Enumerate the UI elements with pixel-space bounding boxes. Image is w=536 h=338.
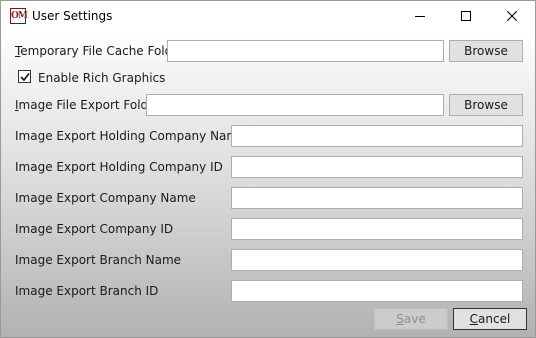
user-settings-window: OM User Settings Temporary File Cache Fo… [0, 0, 536, 338]
minimize-button[interactable] [397, 1, 443, 31]
branch-name-label: Image Export Branch Name [15, 253, 182, 267]
image-export-folder-label-text: mage File Export Folder [18, 98, 161, 112]
branch-name-input[interactable] [231, 249, 523, 271]
cancel-accel: C [469, 312, 479, 326]
temp-cache-folder-label: Temporary File Cache Folder [15, 44, 185, 58]
branch-id-label: Image Export Branch ID [15, 284, 159, 298]
rich-graphics-label: Enable Rich Graphics [38, 71, 166, 85]
company-name-label: Image Export Company Name [15, 191, 196, 205]
holding-company-id-input[interactable] [231, 156, 523, 178]
company-id-input[interactable] [231, 218, 523, 240]
maximize-button[interactable] [443, 1, 489, 31]
holding-company-name-input[interactable] [231, 125, 523, 147]
company-name-input[interactable] [231, 187, 523, 209]
save-button[interactable]: Save [374, 308, 448, 330]
title-bar[interactable]: OM User Settings [1, 1, 535, 31]
save-accel: S [396, 312, 404, 326]
temp-cache-label-text: emporary File Cache Folder [20, 44, 185, 58]
cancel-label-text: ancel [478, 312, 511, 326]
holding-company-name-label: Image Export Holding Company Name [15, 129, 246, 143]
temp-cache-browse-button[interactable]: Browse [449, 40, 523, 62]
checkmark-icon [20, 73, 30, 82]
save-label-text: ave [403, 312, 426, 326]
temp-cache-folder-input[interactable] [167, 40, 444, 62]
image-export-folder-label: Image File Export Folder [15, 98, 160, 112]
holding-company-id-label: Image Export Holding Company ID [15, 160, 223, 174]
image-export-folder-input[interactable] [146, 94, 444, 116]
branch-id-input[interactable] [231, 280, 523, 302]
company-id-label: Image Export Company ID [15, 222, 174, 236]
window-title: User Settings [32, 9, 113, 23]
maximize-icon [461, 11, 471, 21]
om-app-icon: OM [10, 8, 28, 24]
close-icon [507, 11, 517, 21]
rich-graphics-checkbox[interactable] [18, 70, 31, 83]
minimize-icon [415, 16, 425, 17]
close-button[interactable] [489, 1, 535, 31]
cancel-button[interactable]: Cancel [453, 308, 527, 330]
image-export-browse-button[interactable]: Browse [449, 94, 523, 116]
